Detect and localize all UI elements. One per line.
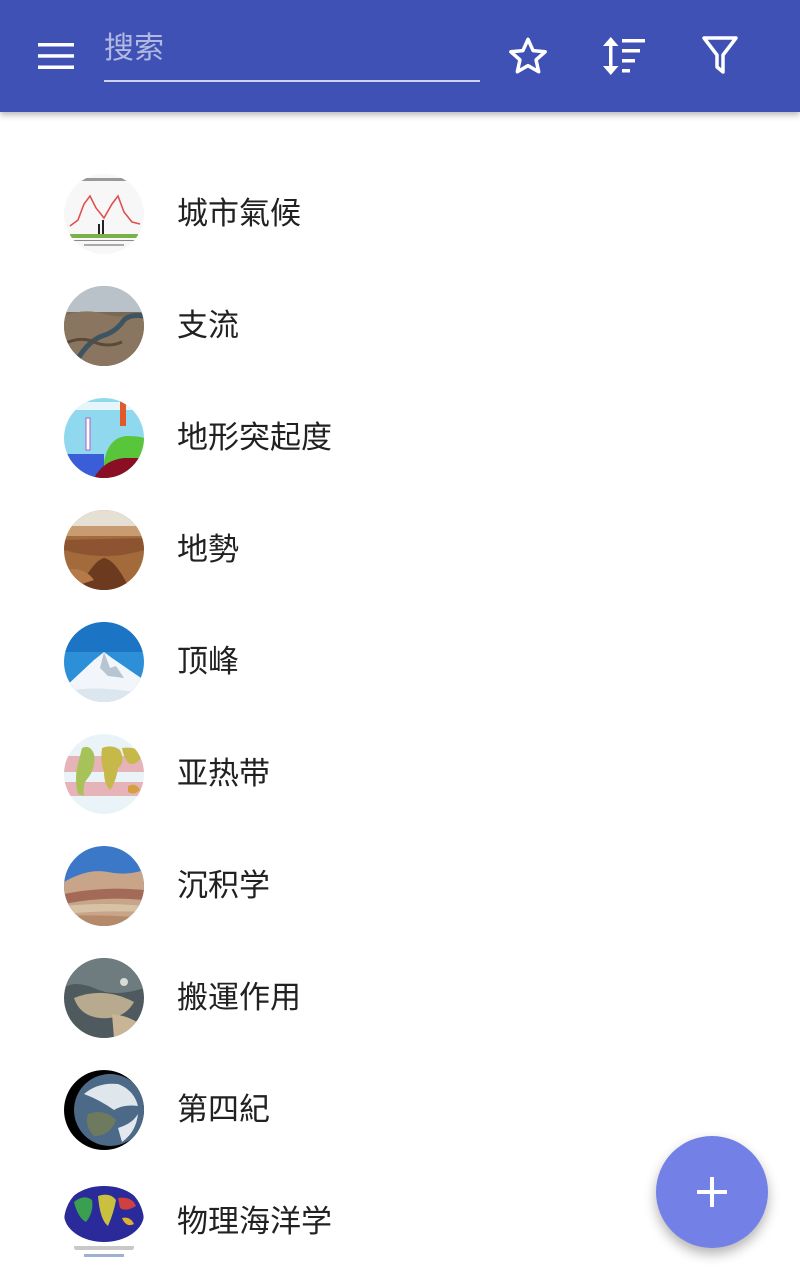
article-title: 城市氣候 [177, 196, 301, 232]
sort-icon [603, 37, 645, 75]
filter-icon [702, 36, 738, 74]
list-item[interactable]: 顶峰 [0, 606, 800, 718]
list-item[interactable]: 亚热带 [0, 718, 800, 830]
article-thumbnail [64, 174, 144, 254]
menu-button[interactable] [24, 24, 88, 88]
list-item[interactable]: 城市氣候 [0, 158, 800, 270]
article-title: 沉积学 [177, 868, 270, 904]
search-field [104, 18, 480, 82]
article-title: 地形突起度 [177, 420, 332, 456]
add-fab-button[interactable] [656, 1136, 768, 1248]
hamburger-menu-icon [38, 43, 74, 69]
article-title: 第四紀 [177, 1092, 270, 1128]
search-input[interactable] [104, 18, 480, 78]
article-title: 物理海洋学 [177, 1204, 332, 1240]
article-title: 亚热带 [177, 756, 270, 792]
filter-button[interactable] [688, 24, 752, 88]
star-outline-icon [509, 37, 547, 74]
article-thumbnail [64, 1070, 144, 1150]
article-title: 搬運作用 [177, 980, 301, 1016]
article-thumbnail [64, 734, 144, 814]
list-item[interactable]: 地勢 [0, 494, 800, 606]
article-list: 城市氣候 支流 地形突起度 地勢 顶峰 亚热带 沉积学 搬運作用 第四紀 物理海… [0, 158, 800, 1278]
article-title: 顶峰 [177, 644, 239, 680]
list-item[interactable]: 沉积学 [0, 830, 800, 942]
article-thumbnail [64, 286, 144, 366]
article-title: 支流 [177, 308, 239, 344]
article-thumbnail [64, 1182, 144, 1262]
article-thumbnail [64, 846, 144, 926]
article-thumbnail [64, 622, 144, 702]
article-title: 地勢 [177, 532, 239, 568]
article-thumbnail [64, 958, 144, 1038]
article-thumbnail [64, 398, 144, 478]
app-bar [0, 0, 800, 112]
article-thumbnail [64, 510, 144, 590]
list-item[interactable]: 地形突起度 [0, 382, 800, 494]
plus-icon [697, 1177, 727, 1207]
favorites-button[interactable] [496, 24, 560, 88]
list-item[interactable]: 搬運作用 [0, 942, 800, 1054]
list-item[interactable]: 支流 [0, 270, 800, 382]
sort-button[interactable] [592, 24, 656, 88]
